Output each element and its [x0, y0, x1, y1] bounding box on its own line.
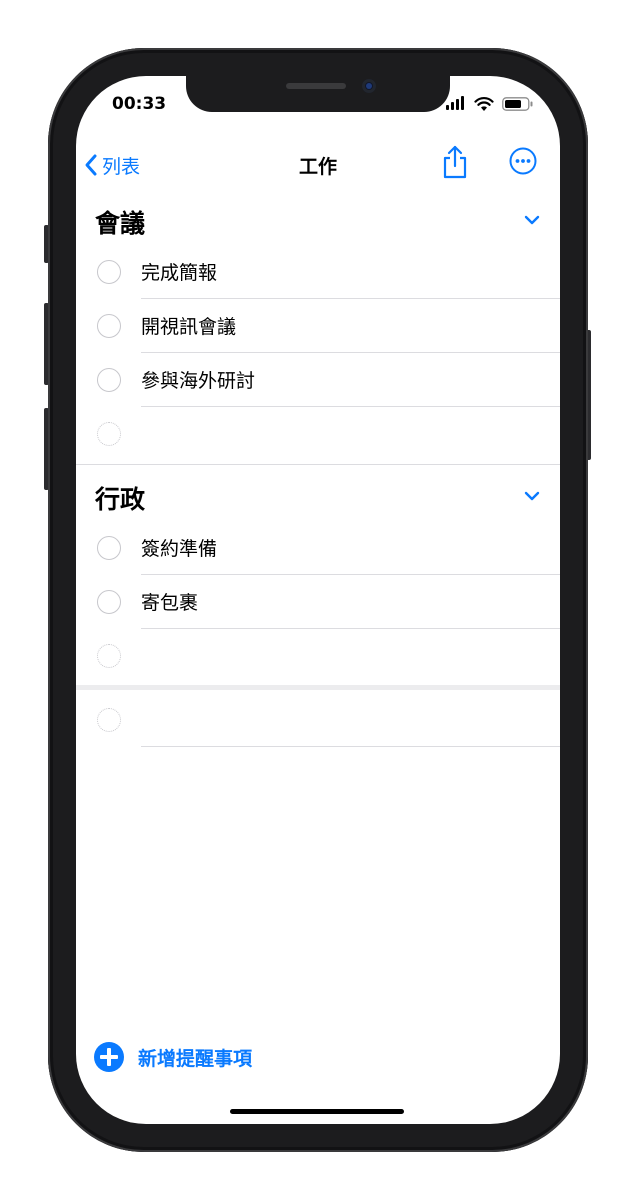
- reminder-row[interactable]: 開視訊會議: [76, 299, 560, 353]
- navigation-bar: 列表 工作: [76, 144, 560, 184]
- empty-circle[interactable]: [97, 644, 121, 668]
- completion-circle[interactable]: [97, 536, 121, 560]
- new-reminder-row[interactable]: [76, 629, 560, 683]
- speaker-grille: [286, 83, 346, 89]
- reminder-row[interactable]: 寄包裹: [76, 575, 560, 629]
- section-divider: [76, 685, 560, 690]
- completion-circle[interactable]: [97, 260, 121, 284]
- chevron-down-icon[interactable]: [523, 490, 541, 502]
- reminder-title: 寄包裹: [141, 592, 199, 614]
- reminder-title: 完成簡報: [141, 262, 218, 284]
- new-reminder-label: 新增提醒事項: [138, 1047, 253, 1070]
- section-title: 會議: [95, 209, 146, 238]
- reminder-title: 參與海外研討: [141, 370, 256, 392]
- section-header-admin[interactable]: 行政: [95, 480, 560, 514]
- row-separator: [141, 746, 560, 747]
- section-separator: [76, 464, 560, 465]
- status-icons: [446, 96, 538, 112]
- empty-circle[interactable]: [97, 708, 121, 732]
- share-icon[interactable]: [440, 144, 470, 180]
- new-reminder-row[interactable]: [76, 693, 560, 747]
- reminder-row[interactable]: 簽約準備: [76, 521, 560, 575]
- battery-icon: [502, 97, 533, 111]
- empty-circle[interactable]: [97, 422, 121, 446]
- section-header-meetings[interactable]: 會議: [95, 204, 560, 238]
- front-camera: [362, 79, 376, 93]
- reminder-row[interactable]: 完成簡報: [76, 245, 560, 299]
- completion-circle[interactable]: [97, 314, 121, 338]
- plus-circle-icon: [94, 1042, 124, 1072]
- status-time: 00:33: [112, 94, 167, 114]
- list-title: 工作: [298, 156, 337, 178]
- notch: [186, 76, 450, 112]
- completion-circle[interactable]: [97, 590, 121, 614]
- reminder-row[interactable]: 參與海外研討: [76, 353, 560, 407]
- new-reminder-button[interactable]: 新增提醒事項: [94, 1041, 252, 1073]
- reminder-title: 簽約準備: [141, 538, 218, 560]
- screen: 00:33 列表 工作 會議 完成簡報 開視訊會議 參與海外研討 行政 簽約準備…: [76, 76, 560, 1124]
- completion-circle[interactable]: [97, 368, 121, 392]
- wifi-icon: [474, 97, 494, 111]
- reminder-title: 開視訊會議: [141, 316, 237, 338]
- more-options-icon[interactable]: [508, 146, 538, 176]
- section-title: 行政: [95, 485, 146, 514]
- chevron-down-icon[interactable]: [523, 214, 541, 226]
- home-indicator[interactable]: [230, 1109, 404, 1114]
- new-reminder-row[interactable]: [76, 407, 560, 461]
